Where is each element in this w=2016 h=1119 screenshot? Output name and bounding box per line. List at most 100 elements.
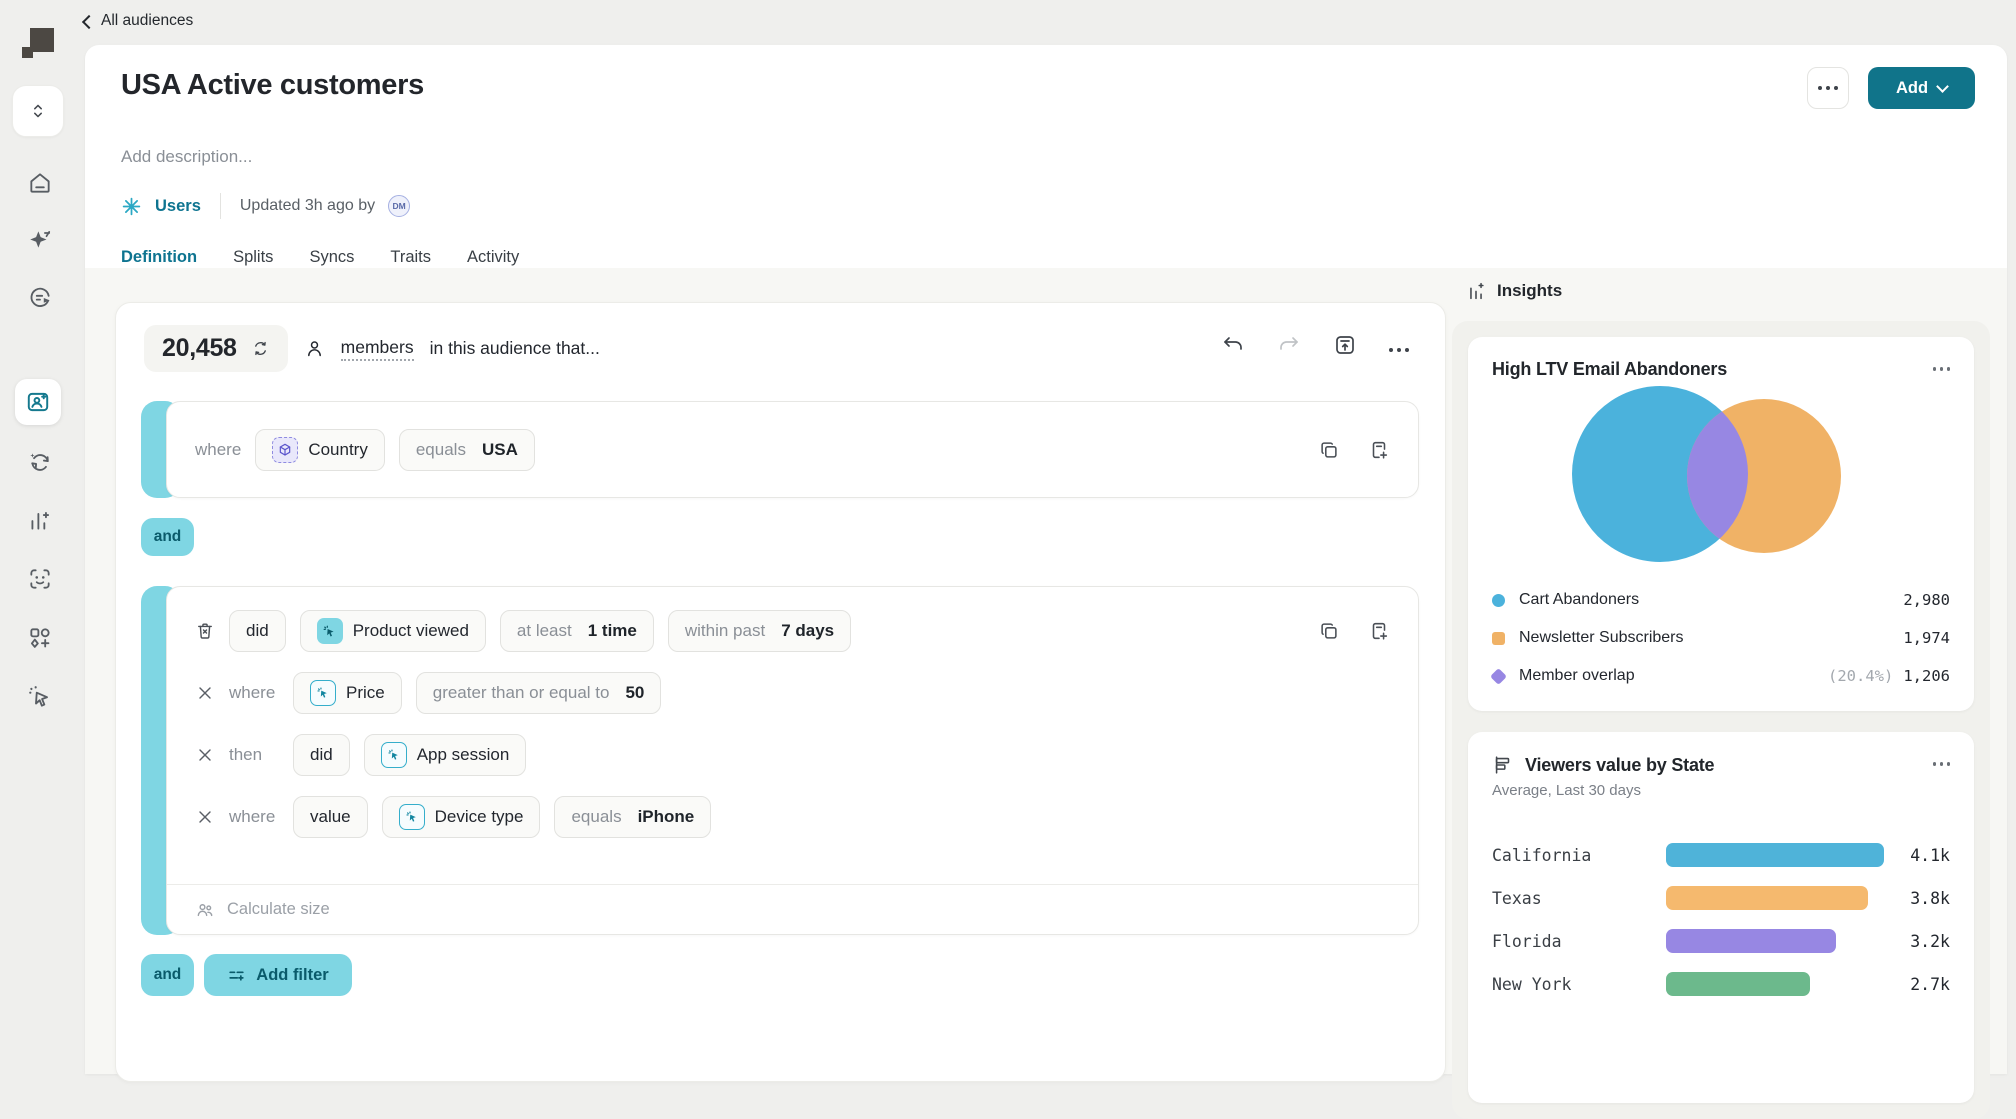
copy-icon[interactable]	[1318, 620, 1340, 642]
legend-row[interactable]: Newsletter Subscribers 1,974	[1492, 619, 1950, 657]
member-count: 20,458	[162, 334, 237, 363]
undo-icon[interactable]	[1221, 333, 1245, 357]
description-placeholder[interactable]: Add description...	[121, 147, 252, 167]
add-note-icon[interactable]	[1368, 620, 1390, 642]
legend-row[interactable]: Member overlap (20.4%) 1,206	[1492, 657, 1950, 695]
journeys-icon[interactable]	[27, 285, 53, 311]
venn-diagram	[1468, 384, 1974, 570]
bar-label: California	[1492, 846, 1666, 865]
did-label: did	[246, 621, 269, 641]
add-note-icon[interactable]	[1368, 439, 1390, 461]
add-filter-button[interactable]: Add filter	[204, 954, 352, 996]
legend-value: 2,980	[1903, 591, 1950, 609]
value-label: value	[310, 807, 351, 827]
home-icon[interactable]	[27, 170, 53, 196]
horizontal-bars-icon	[1492, 754, 1514, 776]
bar-label: Texas	[1492, 889, 1666, 908]
topbar: All audiences	[0, 0, 2016, 45]
meta-row: Users Updated 3h ago by DM	[121, 193, 410, 219]
condition-group-2: did Product viewed	[141, 586, 1419, 935]
main-content-card: USA Active customers Add description... …	[85, 45, 2007, 1074]
bar-row[interactable]: New York 2.7k	[1492, 972, 1950, 996]
chevron-left-icon	[82, 14, 96, 28]
condition-card: where Country equals	[166, 401, 1419, 498]
ai-sparkle-icon[interactable]	[27, 227, 53, 253]
entity-type-label[interactable]: Users	[155, 197, 201, 216]
back-to-all-audiences-link[interactable]: All audiences	[84, 12, 193, 30]
unfold-chevrons-icon	[27, 100, 49, 122]
members-dropdown[interactable]: members	[341, 337, 414, 361]
did-chip[interactable]: did	[229, 610, 286, 652]
sidebar	[0, 45, 80, 1074]
builder-more-icon[interactable]	[1389, 348, 1409, 352]
and-connector-chip[interactable]: and	[141, 954, 194, 996]
event-chip-label: Product viewed	[353, 621, 469, 641]
operator-chip-gte-50[interactable]: greater than or equal to 50	[416, 672, 662, 714]
remove-x-icon[interactable]	[195, 745, 215, 765]
legend-label: Cart Abandoners	[1519, 591, 1639, 609]
trash-icon[interactable]	[195, 621, 215, 641]
trait-chip-country[interactable]: Country	[255, 429, 385, 471]
property-condition-row: where Price	[167, 671, 1418, 715]
refresh-icon[interactable]	[251, 339, 270, 358]
save-template-icon[interactable]	[1333, 333, 1357, 357]
identity-scan-icon[interactable]	[27, 566, 53, 592]
remove-x-icon[interactable]	[195, 807, 215, 827]
bar	[1666, 929, 1836, 953]
legend-marker	[1492, 594, 1505, 607]
builder-actions	[1221, 333, 1409, 357]
legend-row[interactable]: Cart Abandoners 2,980	[1492, 581, 1950, 619]
bar-value: 4.1k	[1900, 846, 1950, 865]
insights-container: High LTV Email Abandoners Cart Abandoner…	[1452, 321, 1990, 1119]
calculate-size-label: Calculate size	[227, 900, 330, 919]
legend-value: 1,974	[1903, 629, 1950, 647]
property-chip-label: Device type	[435, 807, 524, 827]
remove-x-icon[interactable]	[195, 683, 215, 703]
property-chip-device-type[interactable]: Device type	[382, 796, 541, 838]
bar-row[interactable]: Texas 3.8k	[1492, 886, 1950, 910]
bar-row[interactable]: California 4.1k	[1492, 843, 1950, 867]
event-chip-app-session[interactable]: App session	[364, 734, 527, 776]
event-condition-row: did Product viewed	[167, 609, 1418, 653]
analytics-chart-icon[interactable]	[27, 508, 53, 534]
sequence-condition-row: then did App session	[167, 733, 1418, 777]
and-connector-chip[interactable]: and	[141, 518, 194, 556]
property-condition-row: where value Device type	[167, 795, 1418, 839]
insights-chart-icon	[1465, 280, 1487, 302]
bar-row[interactable]: Florida 3.2k	[1492, 929, 1950, 953]
time-window-chip[interactable]: within past 7 days	[668, 610, 851, 652]
did-chip[interactable]: did	[293, 734, 350, 776]
calculate-size-button[interactable]: Calculate size	[167, 884, 1418, 934]
legend-value: 1,206	[1903, 667, 1950, 685]
sidebar-item-audiences-active[interactable]	[15, 379, 61, 425]
snowflake-icon	[121, 196, 142, 217]
legend-marker	[1492, 632, 1505, 645]
integrations-shapes-icon[interactable]	[27, 625, 53, 651]
card-more-icon[interactable]	[1933, 754, 1951, 766]
property-chip-price[interactable]: Price	[293, 672, 402, 714]
audience-that-text: in this audience that...	[430, 338, 600, 359]
sync-loop-icon[interactable]	[27, 449, 53, 475]
frequency-chip[interactable]: at least 1 time	[500, 610, 654, 652]
redo-icon[interactable]	[1277, 333, 1301, 357]
member-count-pill[interactable]: 20,458	[144, 325, 288, 372]
connector-label: where	[229, 683, 279, 703]
value-chip[interactable]: value	[293, 796, 368, 838]
member-count-row: 20,458 members in this audience that...	[144, 325, 600, 372]
did-label: did	[310, 745, 333, 765]
sidebar-collapse-button[interactable]	[12, 85, 64, 137]
operator-chip-equals-iphone[interactable]: equals iPhone	[554, 796, 711, 838]
condition-card: did Product viewed	[166, 586, 1419, 935]
copy-icon[interactable]	[1318, 439, 1340, 461]
event-chip-product-viewed[interactable]: Product viewed	[300, 610, 486, 652]
audience-builder-panel: 20,458 members in this audience that...	[115, 302, 1446, 1082]
event-property-cursor-icon	[399, 804, 425, 830]
header-more-button[interactable]	[1807, 67, 1849, 109]
updated-text: Updated 3h ago by	[240, 197, 375, 215]
avatar[interactable]: DM	[388, 195, 410, 217]
operator-chip-equals-usa[interactable]: equals USA	[399, 429, 535, 471]
magic-cursor-icon[interactable]	[27, 684, 53, 710]
add-button[interactable]: Add	[1868, 67, 1975, 109]
bar	[1666, 886, 1868, 910]
card-more-icon[interactable]	[1933, 359, 1951, 371]
